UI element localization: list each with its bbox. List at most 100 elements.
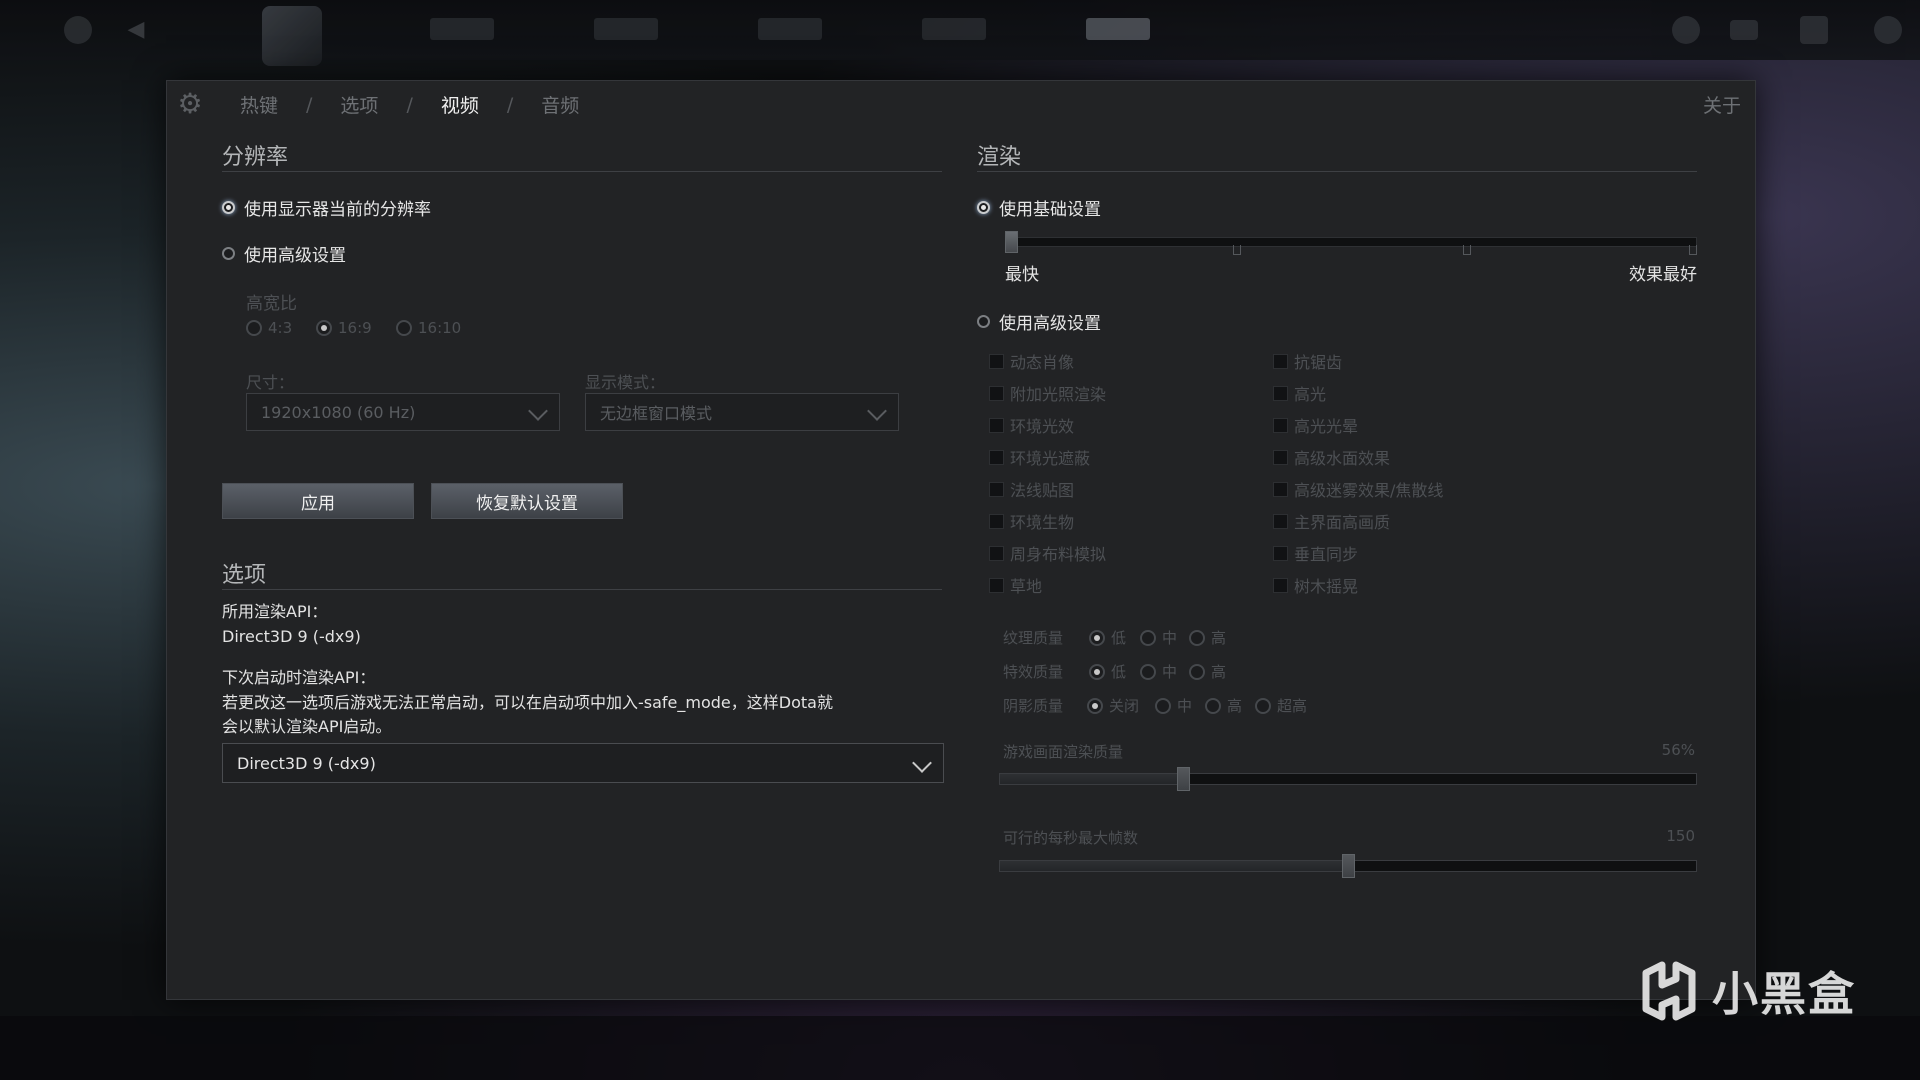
tab-video[interactable]: 视频 (441, 91, 479, 118)
next-api-label: 下次启动时渲染API： (222, 668, 376, 687)
tab-options[interactable]: 选项 (340, 91, 378, 118)
texture-high-radio[interactable]: 高 (1189, 627, 1226, 648)
shadow-ultra-radio[interactable]: 超高 (1255, 695, 1307, 716)
radio-dot (1189, 663, 1205, 680)
checkbox-animated-portrait[interactable]: 动态肖像 (989, 349, 1074, 373)
display-mode-label: 显示模式： (585, 373, 666, 392)
game-nav-tab[interactable] (430, 18, 494, 40)
checkbox-box (989, 513, 1004, 529)
use-advanced-resolution-radio[interactable]: 使用高级设置 (222, 241, 346, 266)
aspect-16-9-radio[interactable]: 16:9 (316, 319, 372, 337)
next-api-select[interactable]: Direct3D 9 (-dx9) (222, 743, 944, 783)
radio-dot (977, 201, 990, 214)
game-nav-tab[interactable] (922, 18, 986, 40)
checkbox-specular[interactable]: 高光 (1273, 381, 1326, 405)
checkbox-box (989, 417, 1004, 433)
checkbox-box (989, 481, 1004, 497)
checkbox-antialiasing[interactable]: 抗锯齿 (1273, 349, 1342, 373)
shadow-off-radio[interactable]: 关闭 (1087, 695, 1139, 716)
game-bottom-bar (0, 1016, 1920, 1080)
tab-audio[interactable]: 音频 (541, 91, 579, 118)
settings-icon[interactable] (64, 16, 92, 44)
render-title: 渲染 (977, 145, 1022, 170)
texture-quality-label: 纹理质量 (1003, 629, 1064, 647)
render-quality-label: 游戏画面渲染质量 (1003, 743, 1124, 761)
render-quality-value: 56% (1661, 741, 1695, 759)
about-link[interactable]: 关于 (1703, 91, 1741, 118)
checkbox-ambient-occlusion[interactable]: 环境光遮蔽 (989, 445, 1090, 469)
effects-high-radio[interactable]: 高 (1189, 661, 1226, 682)
checkbox-cloth-sim[interactable]: 周身布料模拟 (989, 541, 1106, 565)
gear-icon: ⚙ (177, 87, 203, 120)
tab-hotkeys[interactable]: 热键 (240, 91, 278, 118)
checkbox-additional-lighting[interactable]: 附加光照渲染 (989, 381, 1106, 405)
radio-dot (1255, 697, 1271, 714)
checkbox-box (989, 577, 1004, 593)
aspect-4-3-radio[interactable]: 4:3 (246, 319, 292, 337)
checkbox-normal-map[interactable]: 法线贴图 (989, 477, 1074, 501)
game-top-bar: ◀ (0, 0, 1920, 66)
profile-icon[interactable] (1672, 16, 1700, 44)
settings-tabs: 热键 / 选项 / 视频 / 音频 (240, 91, 579, 118)
checkbox-vsync[interactable]: 垂直同步 (1273, 541, 1358, 565)
checkbox-box (1273, 385, 1288, 401)
radio-dot (1155, 697, 1171, 714)
watermark: 小黑盒 (1640, 958, 1856, 1024)
checkbox-dashboard-hq[interactable]: 主界面高画质 (1273, 509, 1390, 533)
effects-mid-radio[interactable]: 中 (1140, 661, 1177, 682)
checkbox-tree-sway[interactable]: 树木摇晃 (1273, 573, 1358, 597)
radio-dot (977, 315, 990, 328)
checkbox-grass[interactable]: 草地 (989, 573, 1042, 597)
max-fps-label: 可行的每秒最大帧数 (1003, 829, 1139, 847)
checkbox-box (989, 353, 1004, 369)
max-fps-value: 150 (1666, 827, 1695, 845)
slider-max-label: 效果最好 (1629, 265, 1697, 285)
resolution-title: 分辨率 (222, 145, 289, 170)
radio-dot (396, 320, 412, 336)
radio-dot (246, 320, 262, 336)
settings-panel: ⚙ 热键 / 选项 / 视频 / 音频 关于 分辨率 使用显示器当前的分辨率 使… (166, 80, 1756, 1000)
checkbox-high-quality-water[interactable]: 高级水面效果 (1273, 445, 1390, 469)
display-mode-select[interactable]: 无边框窗口模式 (585, 393, 899, 431)
use-basic-render-radio[interactable]: 使用基础设置 (977, 195, 1101, 220)
game-nav-tab[interactable] (758, 18, 822, 40)
use-advanced-render-radio[interactable]: 使用高级设置 (977, 309, 1101, 334)
avatar[interactable] (1874, 16, 1902, 44)
back-arrow-icon[interactable]: ◀ (122, 16, 150, 44)
aspect-16-10-radio[interactable]: 16:10 (396, 319, 461, 337)
use-current-resolution-radio[interactable]: 使用显示器当前的分辨率 (222, 195, 431, 220)
reset-defaults-button[interactable]: 恢复默认设置 (431, 483, 623, 519)
render-quality-slider[interactable] (999, 773, 1697, 785)
stats-icon[interactable] (1800, 16, 1828, 44)
basic-quality-slider[interactable] (1005, 237, 1697, 247)
texture-mid-radio[interactable]: 中 (1140, 627, 1177, 648)
checkbox-box (1273, 353, 1288, 369)
settings-nav: ⚙ 热键 / 选项 / 视频 / 音频 关于 (167, 81, 1755, 125)
texture-low-radio[interactable]: 低 (1089, 627, 1126, 648)
dota-logo[interactable] (262, 6, 322, 66)
checkbox-bloom[interactable]: 高光光晕 (1273, 413, 1358, 437)
effects-low-radio[interactable]: 低 (1089, 661, 1126, 682)
checkbox-box (989, 385, 1004, 401)
checkbox-box (1273, 449, 1288, 465)
checkbox-ambient-light[interactable]: 环境光效 (989, 413, 1074, 437)
chevron-down-icon (528, 401, 548, 421)
apply-button[interactable]: 应用 (222, 483, 414, 519)
shadow-high-radio[interactable]: 高 (1205, 695, 1242, 716)
slider-tick (1689, 245, 1697, 255)
slider-thumb[interactable] (1177, 767, 1191, 791)
game-nav-tab[interactable] (1086, 18, 1150, 40)
checkbox-ambient-creatures[interactable]: 环境生物 (989, 509, 1074, 533)
radio-dot (1089, 663, 1105, 680)
slider-thumb[interactable] (1341, 854, 1355, 878)
slider-thumb[interactable] (1005, 231, 1018, 253)
radio-dot (222, 201, 235, 214)
mail-icon[interactable] (1730, 20, 1758, 40)
checkbox-box (1273, 577, 1288, 593)
shadow-mid-radio[interactable]: 中 (1155, 695, 1192, 716)
game-nav-tab[interactable] (594, 18, 658, 40)
checkbox-fog-caustics[interactable]: 高级迷雾效果/焦散线 (1273, 477, 1443, 501)
size-select[interactable]: 1920x1080 (60 Hz) (246, 393, 560, 431)
game-nav-tabs (430, 18, 1150, 40)
effects-quality-label: 特效质量 (1003, 663, 1064, 681)
